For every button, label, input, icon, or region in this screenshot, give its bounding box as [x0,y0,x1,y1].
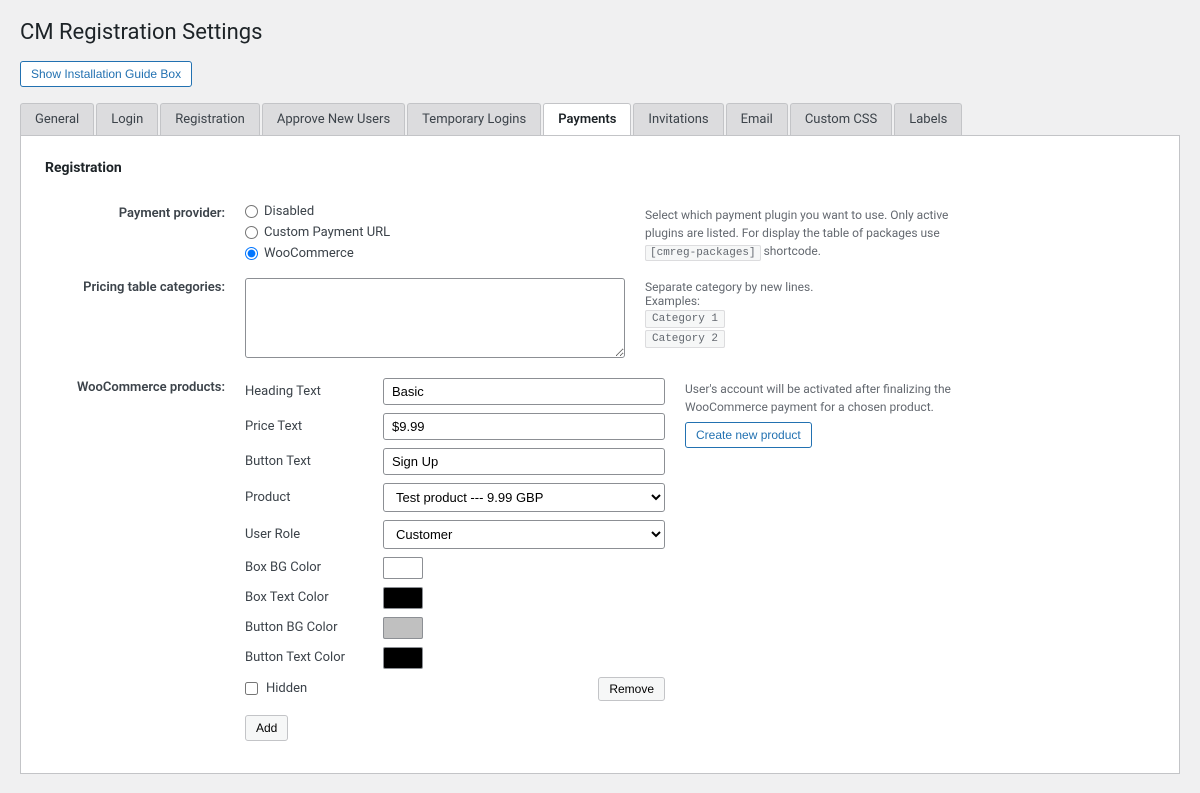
price-text-label: Price Text [245,419,375,434]
radio-disabled[interactable]: Disabled [245,204,625,219]
tab-email[interactable]: Email [726,103,788,135]
tab-custom-css[interactable]: Custom CSS [790,103,892,135]
radio-custom-url-label: Custom Payment URL [264,225,390,240]
radio-woocommerce-label: WooCommerce [264,246,354,261]
user-role-row: User Role Customer [245,520,665,549]
woo-help-text: User's account will be activated after f… [685,380,985,416]
show-guide-button[interactable]: Show Installation Guide Box [20,61,192,87]
payment-radio-group: Disabled Custom Payment URL WooCommerce [245,204,625,261]
remove-button[interactable]: Remove [598,677,665,701]
box-bg-color-swatch[interactable] [383,557,423,579]
page-title: CM Registration Settings [20,20,1180,45]
payment-help: Select which payment plugin you want to … [645,206,965,262]
button-bg-color-swatch[interactable] [383,617,423,639]
tabs-bar: GeneralLoginRegistrationApprove New User… [20,103,1180,135]
add-button[interactable]: Add [245,715,288,741]
content-panel: Registration Payment provider: Disabled [20,135,1180,774]
payment-provider-label: Payment provider: [45,196,245,270]
payment-provider-row: Payment provider: Disabled Custom Paymen… [45,196,1155,270]
box-text-color-swatch[interactable] [383,587,423,609]
box-bg-color-label: Box BG Color [245,560,375,575]
radio-custom-url-input[interactable] [245,226,258,239]
heading-text-label: Heading Text [245,384,375,399]
tab-labels[interactable]: Labels [894,103,962,135]
tab-payments[interactable]: Payments [543,103,631,135]
price-text-input[interactable] [383,413,665,440]
product-label: Product [245,490,375,505]
tab-approve-new-users[interactable]: Approve New Users [262,103,405,135]
pricing-table-row: Pricing table categories: Separate categ… [45,270,1155,370]
pricing-help: Separate category by new lines. Examples… [645,280,965,348]
box-text-color-row: Box Text Color [245,587,665,609]
payment-help-text: Select which payment plugin you want to … [645,208,948,240]
hidden-label: Hidden [266,681,307,696]
user-role-select[interactable]: Customer [383,520,665,549]
pricing-example2: Category 2 [645,330,725,348]
woo-products-field: Heading Text Price Text Button Text [245,370,1155,749]
tab-temporary-logins[interactable]: Temporary Logins [407,103,541,135]
button-bg-color-label: Button BG Color [245,620,375,635]
user-role-label: User Role [245,527,375,542]
hidden-row: Hidden Remove [245,677,665,701]
product-form: Heading Text Price Text Button Text [245,378,665,741]
button-text-label: Button Text [245,454,375,469]
price-text-row: Price Text [245,413,665,440]
product-row: Product Test product --- 9.99 GBP [245,483,665,512]
heading-text-row: Heading Text [245,378,665,405]
section-title: Registration [45,160,1155,176]
button-bg-color-row: Button BG Color [245,617,665,639]
tab-general[interactable]: General [20,103,94,135]
pricing-help-examples: Examples: [645,294,700,308]
pricing-textarea[interactable] [245,278,625,358]
product-select[interactable]: Test product --- 9.99 GBP [383,483,665,512]
box-text-color-label: Box Text Color [245,590,375,605]
button-text-color-label: Button Text Color [245,650,375,665]
radio-disabled-label: Disabled [264,204,314,219]
settings-form: Payment provider: Disabled Custom Paymen… [45,196,1155,749]
payment-provider-field: Disabled Custom Payment URL WooCommerce [245,196,1155,270]
button-text-row: Button Text [245,448,665,475]
create-product-button[interactable]: Create new product [685,422,812,448]
button-text-color-row: Button Text Color [245,647,665,669]
tab-login[interactable]: Login [96,103,158,135]
radio-disabled-input[interactable] [245,205,258,218]
payment-shortcode: [cmreg-packages] [645,245,761,261]
woo-help: User's account will be activated after f… [685,378,985,448]
tab-invitations[interactable]: Invitations [633,103,723,135]
button-text-color-swatch[interactable] [383,647,423,669]
heading-text-input[interactable] [383,378,665,405]
box-bg-color-row: Box BG Color [245,557,665,579]
pricing-help-main: Separate category by new lines. [645,280,813,294]
hidden-checkbox[interactable] [245,682,258,695]
radio-woocommerce[interactable]: WooCommerce [245,246,625,261]
button-text-input[interactable] [383,448,665,475]
tab-registration[interactable]: Registration [160,103,260,135]
woo-products-row: WooCommerce products: Heading Text Price… [45,370,1155,749]
pricing-field: Separate category by new lines. Examples… [245,270,1155,370]
woo-products-label: WooCommerce products: [45,370,245,749]
pricing-label: Pricing table categories: [45,270,245,370]
payment-help-suffix: shortcode. [764,244,821,258]
radio-custom-url[interactable]: Custom Payment URL [245,225,625,240]
radio-woocommerce-input[interactable] [245,247,258,260]
pricing-example1: Category 1 [645,310,725,328]
